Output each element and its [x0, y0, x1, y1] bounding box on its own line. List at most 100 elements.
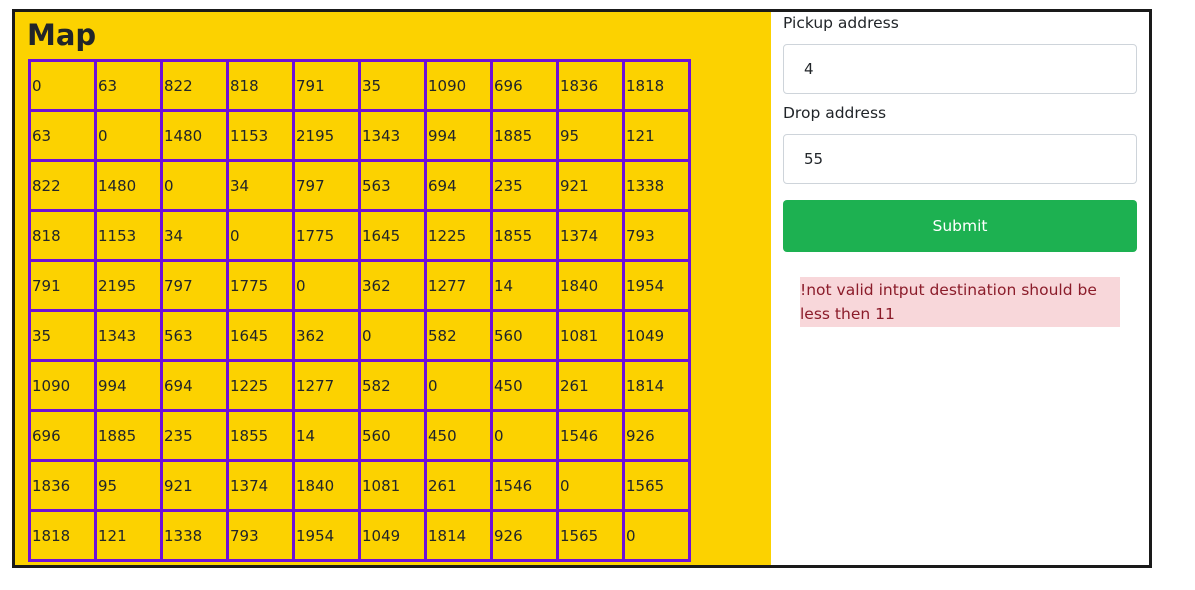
matrix-cell: 34	[226, 159, 295, 212]
matrix-cell: 1565	[556, 509, 625, 562]
matrix-cell: 921	[556, 159, 625, 212]
pickup-address-label: Pickup address	[783, 14, 899, 32]
matrix-cell: 261	[556, 359, 625, 412]
matrix-cell: 0	[358, 309, 427, 362]
matrix-cell: 1836	[556, 59, 625, 112]
matrix-cell: 95	[94, 459, 163, 512]
matrix-cell: 1153	[226, 109, 295, 162]
matrix-cell: 791	[292, 59, 361, 112]
matrix-cell: 1645	[226, 309, 295, 362]
matrix-cell: 926	[490, 509, 559, 562]
matrix-cell: 1049	[358, 509, 427, 562]
matrix-cell: 563	[358, 159, 427, 212]
table-row: 35 1343 563 1645 362 0 582 560 1081 1049	[28, 309, 691, 362]
matrix-cell: 362	[292, 309, 361, 362]
matrix-cell: 1081	[358, 459, 427, 512]
matrix-cell: 1954	[292, 509, 361, 562]
matrix-cell: 1090	[28, 359, 97, 412]
matrix-cell: 0	[160, 159, 229, 212]
matrix-cell: 822	[160, 59, 229, 112]
matrix-cell: 1090	[424, 59, 493, 112]
map-panel: Map 0 63 822 818 791 35 1090 696 1836 1818 63 0 1480…	[15, 12, 771, 565]
matrix-cell: 261	[424, 459, 493, 512]
matrix-cell: 696	[28, 409, 97, 462]
matrix-cell: 450	[424, 409, 493, 462]
matrix-cell: 818	[28, 209, 97, 262]
pickup-address-input[interactable]	[783, 44, 1137, 94]
matrix-cell: 0	[28, 59, 97, 112]
matrix-cell: 560	[358, 409, 427, 462]
matrix-cell: 582	[358, 359, 427, 412]
matrix-cell: 797	[160, 259, 229, 312]
matrix-cell: 694	[424, 159, 493, 212]
matrix-cell: 34	[160, 209, 229, 262]
table-row: 822 1480 0 34 797 563 694 235 921 1338	[28, 159, 691, 212]
matrix-cell: 560	[490, 309, 559, 362]
matrix-cell: 694	[160, 359, 229, 412]
matrix-cell: 791	[28, 259, 97, 312]
matrix-cell: 1081	[556, 309, 625, 362]
matrix-cell: 0	[424, 359, 493, 412]
matrix-cell: 35	[358, 59, 427, 112]
matrix-cell: 1855	[490, 209, 559, 262]
matrix-cell: 1855	[226, 409, 295, 462]
matrix-cell: 1818	[28, 509, 97, 562]
matrix-cell: 1049	[622, 309, 691, 362]
matrix-cell: 0	[94, 109, 163, 162]
matrix-cell: 1480	[160, 109, 229, 162]
matrix-cell: 1546	[490, 459, 559, 512]
submit-button[interactable]: Submit	[783, 200, 1137, 252]
matrix-cell: 1343	[358, 109, 427, 162]
matrix-cell: 14	[292, 409, 361, 462]
matrix-cell: 35	[28, 309, 97, 362]
matrix-cell: 1153	[94, 209, 163, 262]
matrix-cell: 1277	[292, 359, 361, 412]
matrix-cell: 793	[226, 509, 295, 562]
app-frame: Map 0 63 822 818 791 35 1090 696 1836 1818 63 0 1480…	[12, 9, 1152, 568]
matrix-cell: 994	[94, 359, 163, 412]
matrix-cell: 1225	[226, 359, 295, 412]
matrix-cell: 818	[226, 59, 295, 112]
matrix-cell: 921	[160, 459, 229, 512]
matrix-cell: 1277	[424, 259, 493, 312]
matrix-cell: 450	[490, 359, 559, 412]
table-row: 63 0 1480 1153 2195 1343 994 1885 95 121	[28, 109, 691, 162]
matrix-cell: 1338	[622, 159, 691, 212]
matrix-cell: 0	[292, 259, 361, 312]
matrix-cell: 926	[622, 409, 691, 462]
matrix-cell: 582	[424, 309, 493, 362]
matrix-cell: 1374	[556, 209, 625, 262]
map-title: Map	[27, 18, 97, 52]
matrix-cell: 14	[490, 259, 559, 312]
matrix-cell: 0	[622, 509, 691, 562]
matrix-cell: 1885	[94, 409, 163, 462]
matrix-cell: 1885	[490, 109, 559, 162]
matrix-cell: 2195	[94, 259, 163, 312]
matrix-cell: 0	[490, 409, 559, 462]
matrix-cell: 1775	[292, 209, 361, 262]
table-row: 791 2195 797 1775 0 362 1277 14 1840 1954	[28, 259, 691, 312]
table-row: 1818 121 1338 793 1954 1049 1814 926 1565 0	[28, 509, 691, 562]
matrix-cell: 1645	[358, 209, 427, 262]
matrix-cell: 1840	[292, 459, 361, 512]
matrix-cell: 1775	[226, 259, 295, 312]
matrix-cell: 1818	[622, 59, 691, 112]
matrix-cell: 994	[424, 109, 493, 162]
matrix-cell: 121	[622, 109, 691, 162]
matrix-cell: 1836	[28, 459, 97, 512]
table-row: 1836 95 921 1374 1840 1081 261 1546 0 1565	[28, 459, 691, 512]
matrix-cell: 235	[160, 409, 229, 462]
matrix-cell: 0	[226, 209, 295, 262]
matrix-cell: 1480	[94, 159, 163, 212]
matrix-cell: 63	[94, 59, 163, 112]
drop-address-input[interactable]	[783, 134, 1137, 184]
matrix-cell: 1374	[226, 459, 295, 512]
error-alert: !not valid intput destination should be …	[800, 277, 1120, 327]
matrix-cell: 1954	[622, 259, 691, 312]
drop-address-label: Drop address	[783, 104, 887, 122]
matrix-cell: 1343	[94, 309, 163, 362]
matrix-cell: 1338	[160, 509, 229, 562]
matrix-cell: 1225	[424, 209, 493, 262]
matrix-cell: 235	[490, 159, 559, 212]
matrix-cell: 1565	[622, 459, 691, 512]
